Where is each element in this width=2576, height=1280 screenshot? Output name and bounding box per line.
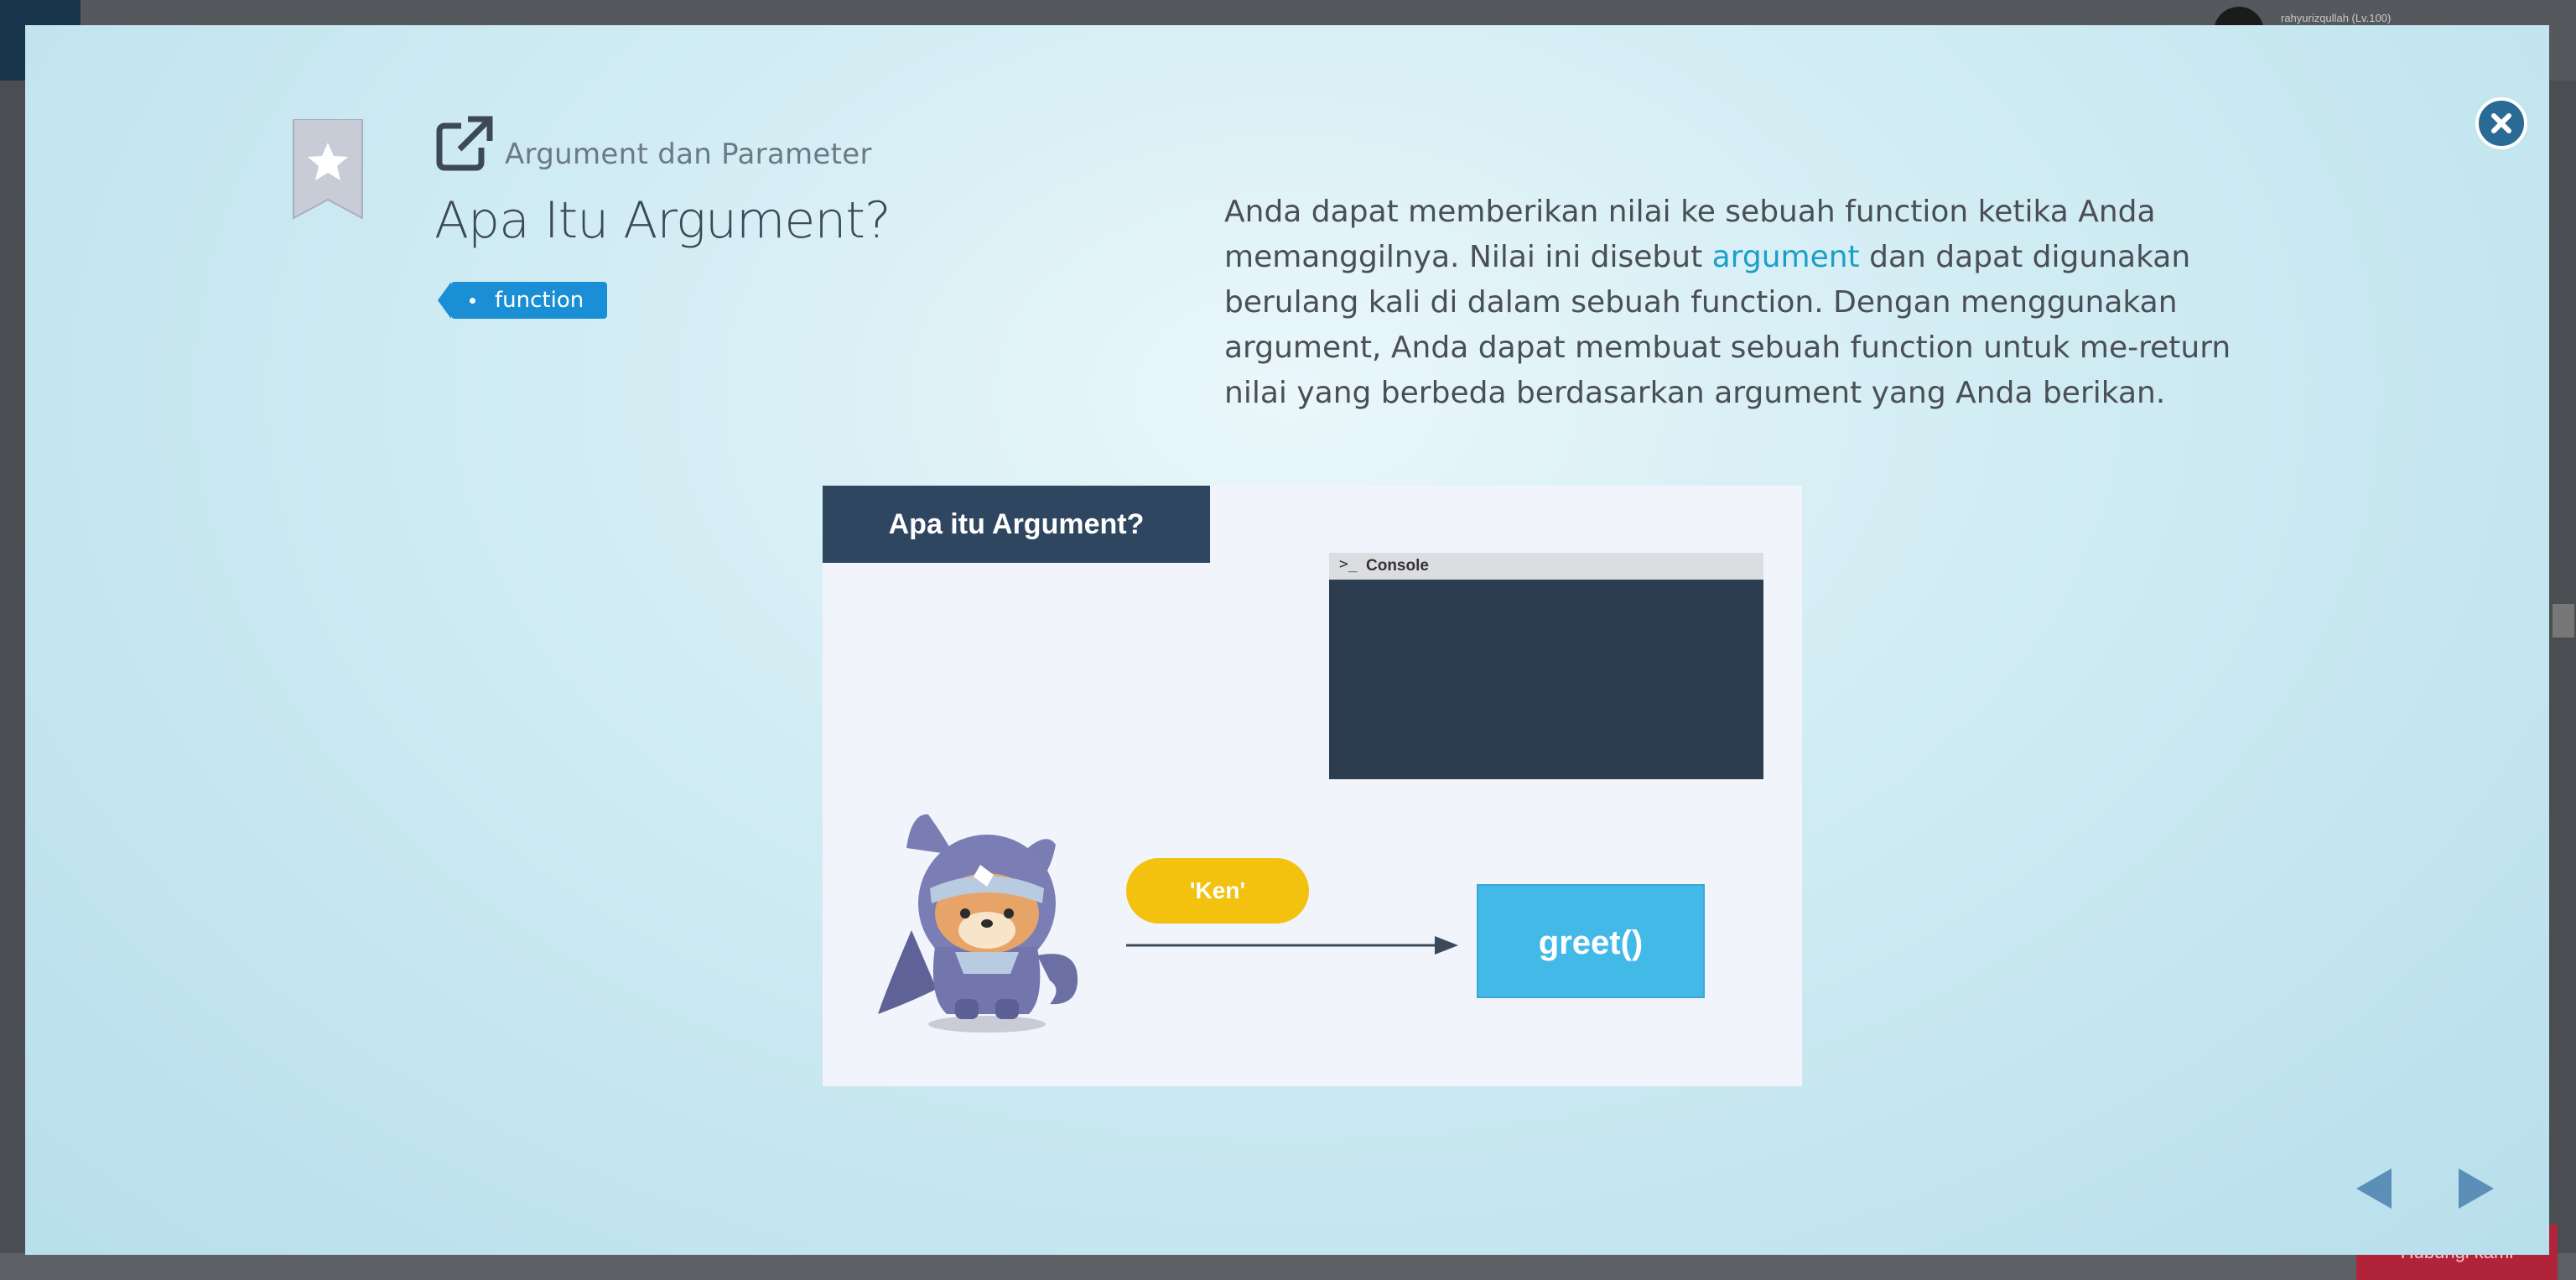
console-window: >_ Console bbox=[1329, 553, 1763, 779]
previous-slide-button[interactable] bbox=[2353, 1166, 2395, 1215]
bookmark-star-icon bbox=[293, 118, 363, 220]
console-titlebar: >_ Console bbox=[1329, 553, 1763, 580]
external-link-icon bbox=[436, 116, 493, 171]
console-prompt-icon: >_ bbox=[1339, 555, 1358, 573]
bookmark-button[interactable] bbox=[292, 118, 364, 223]
external-link-button[interactable] bbox=[436, 116, 495, 174]
next-slide-button[interactable] bbox=[2455, 1166, 2497, 1215]
close-button[interactable] bbox=[2475, 97, 2527, 149]
prev-arrow-icon bbox=[2356, 1168, 2392, 1209]
lesson-subtitle: Argument dan Parameter bbox=[505, 138, 872, 171]
pass-argument-arrow bbox=[1126, 933, 1462, 961]
slide-title: Apa Itu Argument? bbox=[434, 191, 891, 250]
ninja-mascot-image bbox=[878, 804, 1113, 1043]
close-icon bbox=[2491, 113, 2511, 133]
slide-description: Anda dapat memberikan nilai ke sebuah fu… bbox=[1224, 190, 2298, 416]
background-scrollbar bbox=[2553, 604, 2574, 637]
function-call-box: greet() bbox=[1477, 884, 1705, 998]
slide-modal: Argument dan Parameter Apa Itu Argument?… bbox=[25, 25, 2549, 1255]
function-tag[interactable]: function bbox=[437, 282, 608, 319]
background-footer bbox=[0, 1253, 2576, 1280]
user-name: rahyurizqullah (Lv.100) bbox=[2281, 12, 2392, 24]
next-arrow-icon bbox=[2459, 1168, 2494, 1209]
argument-value-pill: 'Ken' bbox=[1126, 858, 1309, 924]
argument-keyword-link[interactable]: argument bbox=[1712, 240, 1860, 274]
console-label: Console bbox=[1366, 557, 1429, 575]
illustration: Apa itu Argument? >_ Console 'Ken' greet… bbox=[823, 486, 1802, 1086]
illustration-title: Apa itu Argument? bbox=[823, 486, 1210, 563]
